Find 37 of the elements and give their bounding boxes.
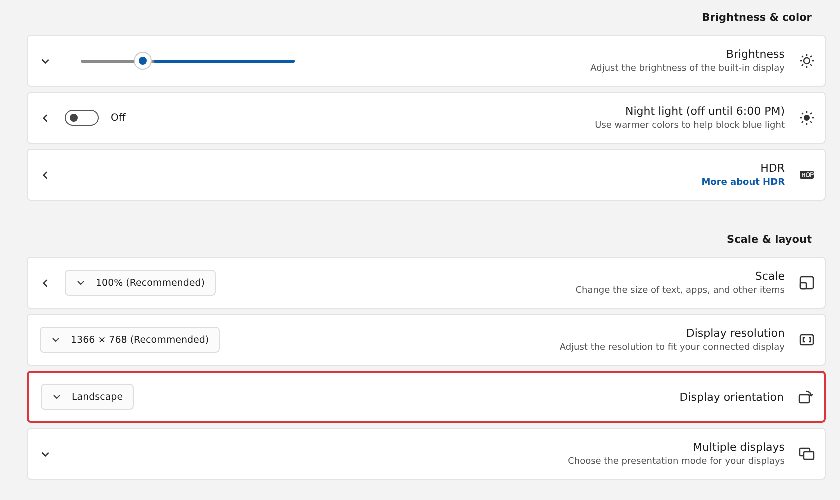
dropdown[interactable]: Landscape bbox=[41, 384, 134, 410]
setting-card[interactable]: Off Night light (off until 6:00 PM) Use warmer colors to help block blue light bbox=[27, 92, 826, 144]
setting-title: Scale bbox=[755, 270, 785, 283]
toggle-state: Off bbox=[111, 112, 126, 124]
setting-description: Adjust the brightness of the built-in display bbox=[590, 64, 785, 74]
slider-thumb[interactable] bbox=[135, 53, 152, 69]
dropdown[interactable]: 100% (Recommended) bbox=[65, 270, 216, 296]
setting-card[interactable]: Landscape Display orientation bbox=[27, 371, 826, 423]
toggle-switch[interactable] bbox=[65, 110, 99, 126]
setting-description: Choose the presentation mode for your displays bbox=[568, 457, 785, 467]
resolution-icon bbox=[799, 332, 815, 348]
setting-title: Display resolution bbox=[686, 327, 785, 340]
setting-title: Brightness bbox=[726, 48, 785, 61]
setting-card[interactable]: 1366 × 768 (Recommended) Display resolution Adjust the resolution to fit your connected display bbox=[27, 314, 826, 366]
caret-icon bbox=[52, 392, 62, 402]
caret-icon bbox=[51, 335, 61, 345]
setting-title: HDR bbox=[760, 162, 785, 175]
hdr-link[interactable]: More about HDR bbox=[702, 178, 785, 188]
setting-title: Multiple displays bbox=[693, 441, 785, 454]
multiple-displays-icon bbox=[799, 446, 815, 462]
sun-icon bbox=[799, 53, 815, 69]
setting-description: Change the size of text, apps, and other items bbox=[576, 286, 785, 296]
section-heading: Brightness & color bbox=[702, 11, 813, 26]
night-light-icon bbox=[799, 110, 815, 126]
setting-title: Night light (off until 6:00 PM) bbox=[626, 105, 785, 118]
setting-description: Adjust the resolution to fit your connected display bbox=[560, 343, 785, 353]
setting-card[interactable]: Multiple displays Choose the presentation mode for your displays bbox=[27, 428, 826, 480]
setting-card[interactable]: 100% (Recommended) Scale Change the size of text, apps, and other items bbox=[27, 257, 826, 309]
orientation-icon bbox=[798, 389, 814, 405]
dropdown[interactable]: 1366 × 768 (Recommended) bbox=[40, 327, 220, 353]
section-heading: Scale & layout bbox=[727, 233, 813, 248]
setting-card[interactable]: Brightness Adjust the brightness of the built-in display bbox=[27, 35, 826, 87]
setting-description: Use warmer colors to help block blue light bbox=[595, 121, 785, 131]
setting-card[interactable]: HDR More about HDR bbox=[27, 149, 826, 201]
setting-title: Display orientation bbox=[680, 390, 784, 404]
scale-icon bbox=[799, 275, 815, 291]
caret-icon bbox=[76, 278, 86, 288]
